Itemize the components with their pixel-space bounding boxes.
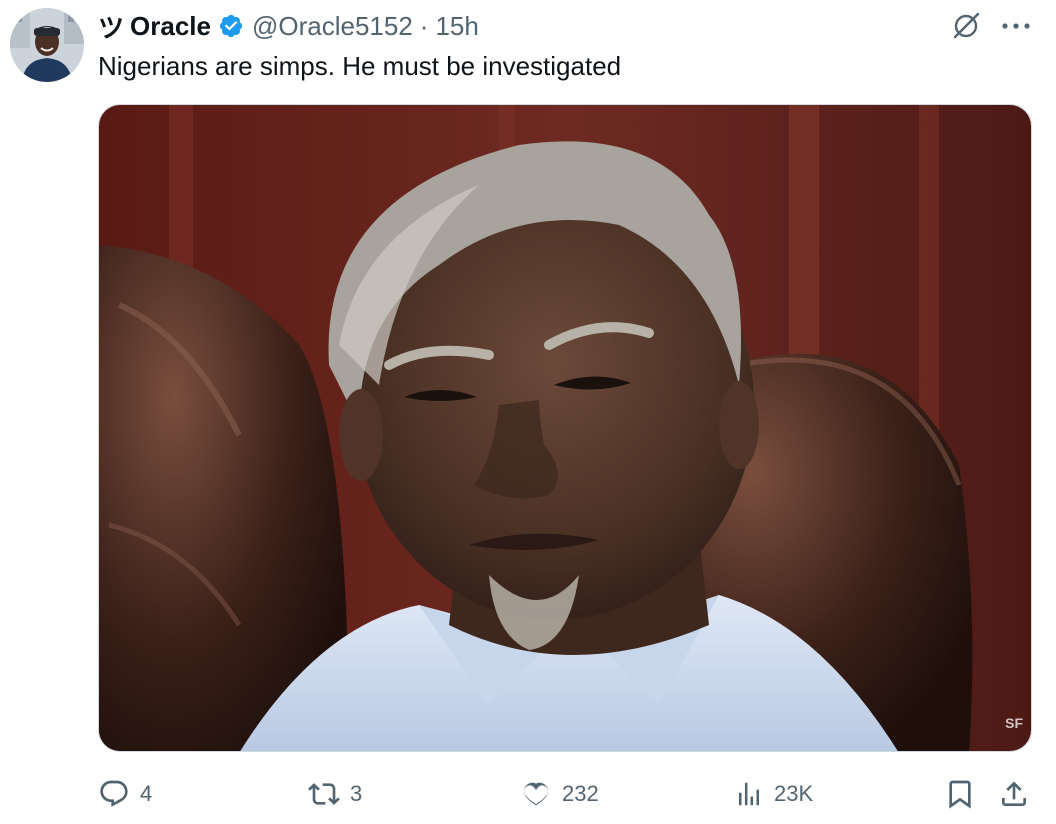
like-count: 232 xyxy=(562,781,599,806)
bookmark-icon xyxy=(944,778,976,810)
like-button[interactable]: 232 xyxy=(520,772,599,816)
media-watermark: SF xyxy=(1005,715,1023,731)
bookmark-button[interactable] xyxy=(944,772,976,816)
share-button[interactable] xyxy=(998,772,1030,816)
author-prefix[interactable]: ツ xyxy=(98,8,124,45)
like-icon xyxy=(520,778,552,810)
separator-dot: · xyxy=(419,10,429,41)
repost-count: 3 xyxy=(350,781,363,806)
author-display-name[interactable]: Oracle xyxy=(130,11,211,42)
reply-button[interactable]: 4 xyxy=(98,772,152,816)
more-icon[interactable] xyxy=(996,8,1036,44)
author-handle[interactable]: @Oracle5152 xyxy=(252,11,413,42)
views-count: 23K xyxy=(774,781,814,806)
tweet-text: Nigerians are simps. He must be investig… xyxy=(98,51,622,81)
grok-icon[interactable] xyxy=(948,8,984,44)
media-photo xyxy=(99,105,1031,751)
avatar[interactable] xyxy=(10,8,84,82)
post-time[interactable]: 15h xyxy=(435,11,478,42)
repost-icon xyxy=(308,778,340,810)
repost-button[interactable]: 3 xyxy=(308,772,362,816)
tweet-header: ツ Oracle @Oracle5152 · 15h xyxy=(98,6,479,46)
views-icon xyxy=(734,779,764,809)
share-icon xyxy=(998,778,1030,810)
tweet[interactable]: ツ Oracle @Oracle5152 · 15h Nigerians are… xyxy=(0,0,1056,824)
reply-count: 4 xyxy=(140,781,153,806)
views-button[interactable]: 23K xyxy=(734,772,813,816)
tweet-media[interactable]: SF xyxy=(98,104,1032,752)
verified-badge-icon xyxy=(218,13,244,39)
avatar-image xyxy=(10,8,84,82)
reply-icon xyxy=(98,778,130,810)
action-bar: 4 3 232 23K xyxy=(98,772,1038,816)
